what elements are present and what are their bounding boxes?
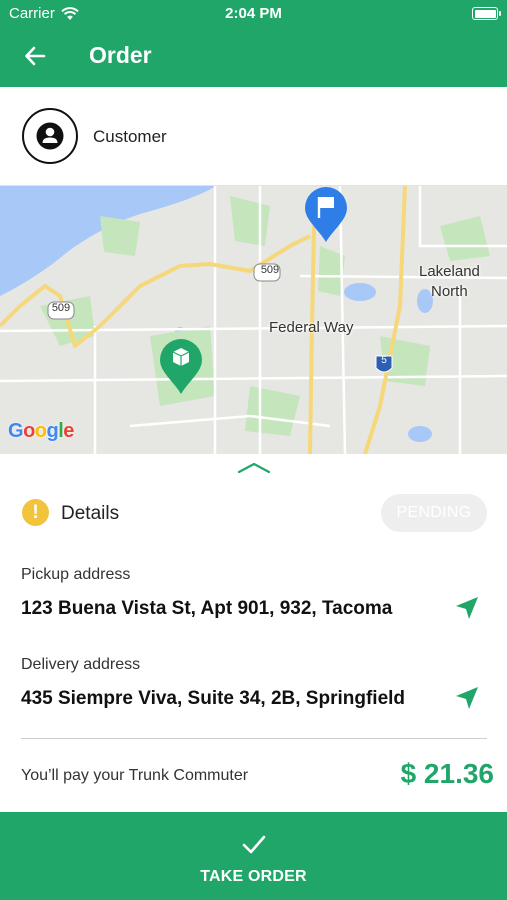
status-time: 2:04 PM xyxy=(225,5,282,22)
payment-label: You’ll pay your Trunk Commuter xyxy=(21,767,249,784)
status-badge: PENDING xyxy=(381,494,487,532)
area-label: North xyxy=(431,283,468,300)
back-button[interactable] xyxy=(22,43,48,69)
chevron-up-icon xyxy=(237,462,271,474)
area-label: Lakeland xyxy=(419,263,480,280)
details-header: ! Details PENDING xyxy=(0,492,507,536)
avatar xyxy=(22,108,78,164)
battery-icon xyxy=(472,7,501,20)
customer-row[interactable]: Customer xyxy=(0,87,507,186)
person-icon xyxy=(36,122,64,150)
page-title: Order xyxy=(89,42,152,68)
route-map[interactable]: 509 509 5 Federal Way Lakeland North Goo… xyxy=(0,186,507,454)
divider xyxy=(21,738,487,739)
map-canvas xyxy=(0,186,507,454)
take-order-label: TAKE ORDER xyxy=(200,868,307,885)
delivery-label: Delivery address xyxy=(21,656,141,673)
pickup-label: Pickup address xyxy=(21,566,131,583)
checkmark-icon xyxy=(242,835,266,854)
expand-handle[interactable] xyxy=(236,460,272,476)
delivery-navigate-button[interactable] xyxy=(453,684,481,712)
app-header: Carrier 2:04 PM Order xyxy=(0,0,507,87)
interstate-shield-label: 5 xyxy=(381,355,387,366)
status-bar: Carrier 2:04 PM xyxy=(0,0,507,28)
take-order-button[interactable]: TAKE ORDER xyxy=(0,812,507,900)
pickup-address: 123 Buena Vista St, Apt 901, 932, Tacoma xyxy=(21,598,393,619)
customer-name: Customer xyxy=(93,127,167,146)
route-509-shield-label: 509 xyxy=(260,264,280,276)
navigation-arrow-icon xyxy=(456,597,478,619)
city-label: Federal Way xyxy=(269,319,354,336)
payment-amount: $ 21.36 xyxy=(400,758,494,789)
route-509-shield-label: 509 xyxy=(51,302,71,314)
arrow-back-icon xyxy=(25,46,46,66)
details-label: Details xyxy=(61,503,120,524)
google-logo: Google xyxy=(8,420,74,442)
delivery-address: 435 Siempre Viva, Suite 34, 2B, Springfi… xyxy=(21,688,406,709)
navigation-arrow-icon xyxy=(456,687,478,709)
warning-icon: ! xyxy=(22,499,49,526)
pickup-navigate-button[interactable] xyxy=(453,594,481,622)
